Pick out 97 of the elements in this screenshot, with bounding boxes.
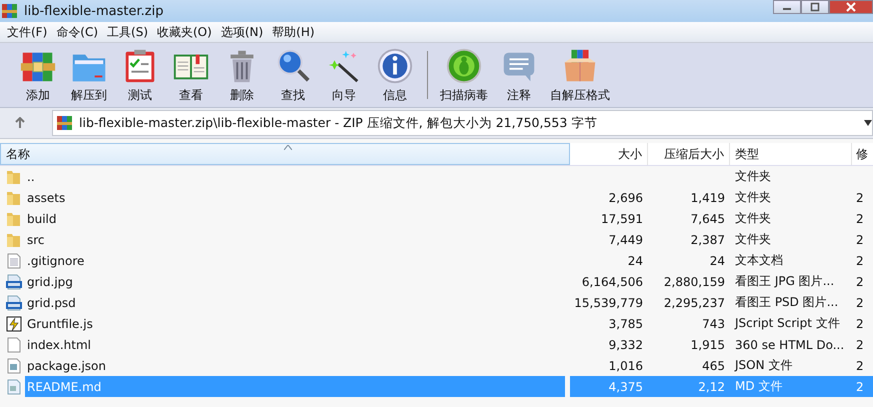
text-file-icon — [6, 252, 22, 268]
file-name[interactable]: .. — [25, 166, 37, 187]
menu-item[interactable]: 帮助(H) — [269, 24, 321, 40]
close-button[interactable] — [829, 0, 873, 14]
add-button[interactable]: 添加 — [14, 46, 62, 104]
extract-button[interactable]: 解压到 — [65, 46, 113, 104]
size-cell: 3,785 — [608, 316, 643, 330]
menu-item[interactable]: 命令(C) — [53, 24, 104, 40]
table-cell: 2 — [856, 380, 864, 394]
file-name[interactable]: grid.jpg — [25, 271, 75, 292]
packed-size-cell: 1,419 — [690, 190, 725, 204]
file-icon — [6, 378, 22, 394]
scan-button[interactable]: 扫描病毒 — [436, 46, 492, 104]
type-cell: 文件夹 — [735, 189, 771, 206]
close-icon — [846, 2, 856, 12]
file-name[interactable]: .gitignore — [25, 250, 86, 271]
table-cell: 2 — [856, 232, 864, 246]
packed-size-cell: 2,387 — [690, 232, 725, 246]
window-title: lib-flexible-master.zip — [24, 4, 164, 18]
table-cell: 2 — [856, 316, 864, 330]
table-cell: 2 — [856, 190, 864, 204]
folder-icon — [6, 232, 22, 248]
size-cell: 1,016 — [608, 358, 643, 372]
archive-path: lib-flexible-master.zip\lib-flexible-master - ZIP 压缩文件, 解包大小为 21,750,553 字节 — [79, 114, 598, 132]
up-arrow-icon[interactable] — [14, 117, 26, 129]
table-cell: 2 — [856, 358, 864, 372]
delete-button[interactable]: 删除 — [218, 46, 266, 104]
table-cell: 2 — [856, 254, 864, 268]
menu-item[interactable]: 工具(S) — [104, 24, 154, 40]
maximize-icon — [810, 2, 820, 12]
file-name[interactable]: grid.psd — [25, 292, 78, 313]
file-name[interactable]: index.html — [25, 334, 93, 355]
packed-size-cell: 2,12 — [698, 380, 725, 394]
menu-item[interactable]: 收藏夹(O) — [154, 24, 218, 40]
blank-file-icon — [6, 336, 22, 352]
info-icon — [376, 46, 414, 84]
packed-size-cell: 2,880,159 — [664, 274, 725, 288]
view-button[interactable]: 查看 — [167, 46, 215, 104]
file-name[interactable]: build — [25, 208, 59, 229]
folder-icon — [6, 190, 22, 206]
type-cell: 文件夹 — [735, 210, 771, 227]
column-header[interactable]: 类型 — [730, 143, 852, 165]
sfx-button[interactable]: 自解压格式 — [546, 46, 614, 104]
type-cell: JSON 文件 — [735, 357, 792, 374]
jpg-file-icon — [6, 274, 22, 290]
comment-button[interactable]: 注释 — [495, 46, 543, 104]
file-name[interactable]: src — [25, 229, 47, 250]
menu-item[interactable]: 选项(N) — [218, 24, 270, 40]
type-cell: 文本文档 — [735, 252, 783, 269]
info-button[interactable]: 信息 — [371, 46, 419, 104]
column-header[interactable]: 名称 — [0, 143, 570, 165]
size-cell: 7,449 — [608, 232, 643, 246]
column-header[interactable]: 压缩后大小 — [648, 143, 730, 165]
script-file-icon — [6, 316, 22, 332]
size-cell: 15,539,779 — [574, 296, 643, 310]
address-bar[interactable]: lib-flexible-master.zip\lib-flexible-master - ZIP 压缩文件, 解包大小为 21,750,553 字节 — [52, 110, 873, 136]
archive-books-icon — [2, 3, 18, 19]
maximize-button[interactable] — [801, 0, 829, 14]
packed-size-cell: 24 — [710, 254, 725, 268]
type-cell: JScript Script 文件 — [735, 315, 840, 332]
column-header[interactable]: 修 — [852, 143, 873, 165]
menu-item[interactable]: 文件(F) — [4, 24, 54, 40]
table-cell: 2 — [856, 274, 864, 288]
file-name[interactable]: package.json — [25, 355, 108, 376]
packed-size-cell: 465 — [702, 358, 725, 372]
column-header[interactable]: 大小 — [570, 143, 648, 165]
packed-size-cell: 7,645 — [690, 212, 725, 226]
folder-icon — [6, 168, 22, 184]
type-cell: 文件夹 — [735, 231, 771, 248]
type-cell: 看图王 JPG 图片... — [735, 273, 834, 290]
size-cell: 17,591 — [601, 212, 643, 226]
find-button[interactable]: 查找 — [269, 46, 317, 104]
minimize-button[interactable] — [773, 0, 801, 14]
type-cell: 文件夹 — [735, 168, 771, 185]
folder-icon — [6, 210, 22, 226]
packed-size-cell: 2,295,237 — [664, 296, 725, 310]
test-button[interactable]: 测试 — [116, 46, 164, 104]
table-cell: 2 — [856, 212, 864, 226]
type-cell: 360 se HTML Do... — [735, 338, 844, 352]
packed-size-cell: 1,915 — [690, 338, 725, 352]
file-name[interactable]: assets — [25, 187, 68, 208]
type-cell: MD 文件 — [735, 378, 782, 395]
dropdown-arrow-icon[interactable] — [864, 120, 872, 126]
file-name[interactable]: Gruntfile.js — [25, 313, 95, 334]
table-cell: 2 — [856, 296, 864, 310]
archive-books-icon — [57, 115, 73, 131]
table-cell: 2 — [856, 338, 864, 352]
size-cell: 4,375 — [608, 380, 643, 394]
packed-size-cell: 743 — [702, 316, 725, 330]
size-cell: 24 — [628, 254, 643, 268]
wizard-button[interactable]: 向导 — [320, 46, 368, 104]
file-icon — [6, 358, 22, 374]
size-cell: 2,696 — [608, 190, 643, 204]
type-cell: 看图王 PSD 图片... — [735, 294, 838, 311]
size-cell: 9,332 — [608, 338, 643, 352]
size-cell: 6,164,506 — [582, 274, 643, 288]
psd-file-icon — [6, 294, 22, 310]
